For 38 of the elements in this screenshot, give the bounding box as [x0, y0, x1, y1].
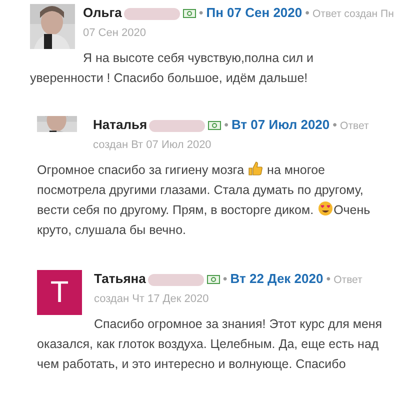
separator-dot: • [198, 6, 204, 20]
redaction-mark [149, 120, 206, 132]
created-timestamp: Ответ [340, 120, 369, 132]
separator-dot: • [222, 272, 228, 286]
comment-text: вести себя по другому. Прям, в восторге диком. [37, 203, 314, 217]
banknote-icon [208, 121, 222, 130]
created-timestamp: 07 Сен 2020 [83, 27, 146, 39]
comment-text: на многое [267, 163, 326, 177]
separator-dot: • [332, 118, 338, 132]
created-timestamp: создан Вт 07 Июл 2020 [93, 139, 212, 151]
redaction-mark [124, 8, 180, 20]
created-timestamp: Ответ [334, 274, 362, 286]
comment-text: Очень [334, 203, 370, 217]
heart-eyes-icon [318, 201, 333, 216]
author-name: Наталья [93, 117, 148, 132]
comment-date-link[interactable]: Вт 22 Дек 2020 [230, 271, 324, 286]
created-timestamp: Ответ создан Пн [312, 8, 394, 20]
banknote-icon [206, 275, 220, 284]
letter-avatar: T [37, 270, 82, 315]
banknote-icon [182, 9, 196, 18]
author-name: Татьяна [94, 271, 146, 286]
comment-text: Огромное спасибо за гигиену мозга [37, 163, 244, 177]
comment-text: чем работать, и это интересно и волнующе. Спасибо [37, 357, 346, 371]
author-name: Ольга [83, 5, 122, 20]
comment-text: посмотрела другими глазами. Стала думать по другому, [37, 183, 364, 197]
thumbs-up-icon [248, 161, 264, 176]
comment-date-link[interactable]: Пн 07 Сен 2020 [206, 5, 302, 20]
comment-text: оказался, как глоток воздуха. Целебным. Да, еще есть над [37, 337, 379, 351]
separator-dot: • [326, 272, 331, 286]
comment-text: Спасибо огромное за знания! Этот курс для меня [94, 317, 382, 331]
separator-dot: • [305, 6, 310, 20]
redaction-mark [148, 274, 204, 286]
created-timestamp: создан Чт 17 Дек 2020 [94, 293, 209, 305]
separator-dot: • [224, 118, 228, 132]
comment-text: Я на высоте себя чувствую,полна сил и [83, 51, 314, 65]
comment-date-link[interactable]: Вт 07 Июл 2020 [231, 117, 330, 132]
comment-text: уверенности ! Спасибо большое, идём дальше! [30, 71, 308, 85]
comment-text: круто, слушала бы вечно. [37, 223, 186, 237]
